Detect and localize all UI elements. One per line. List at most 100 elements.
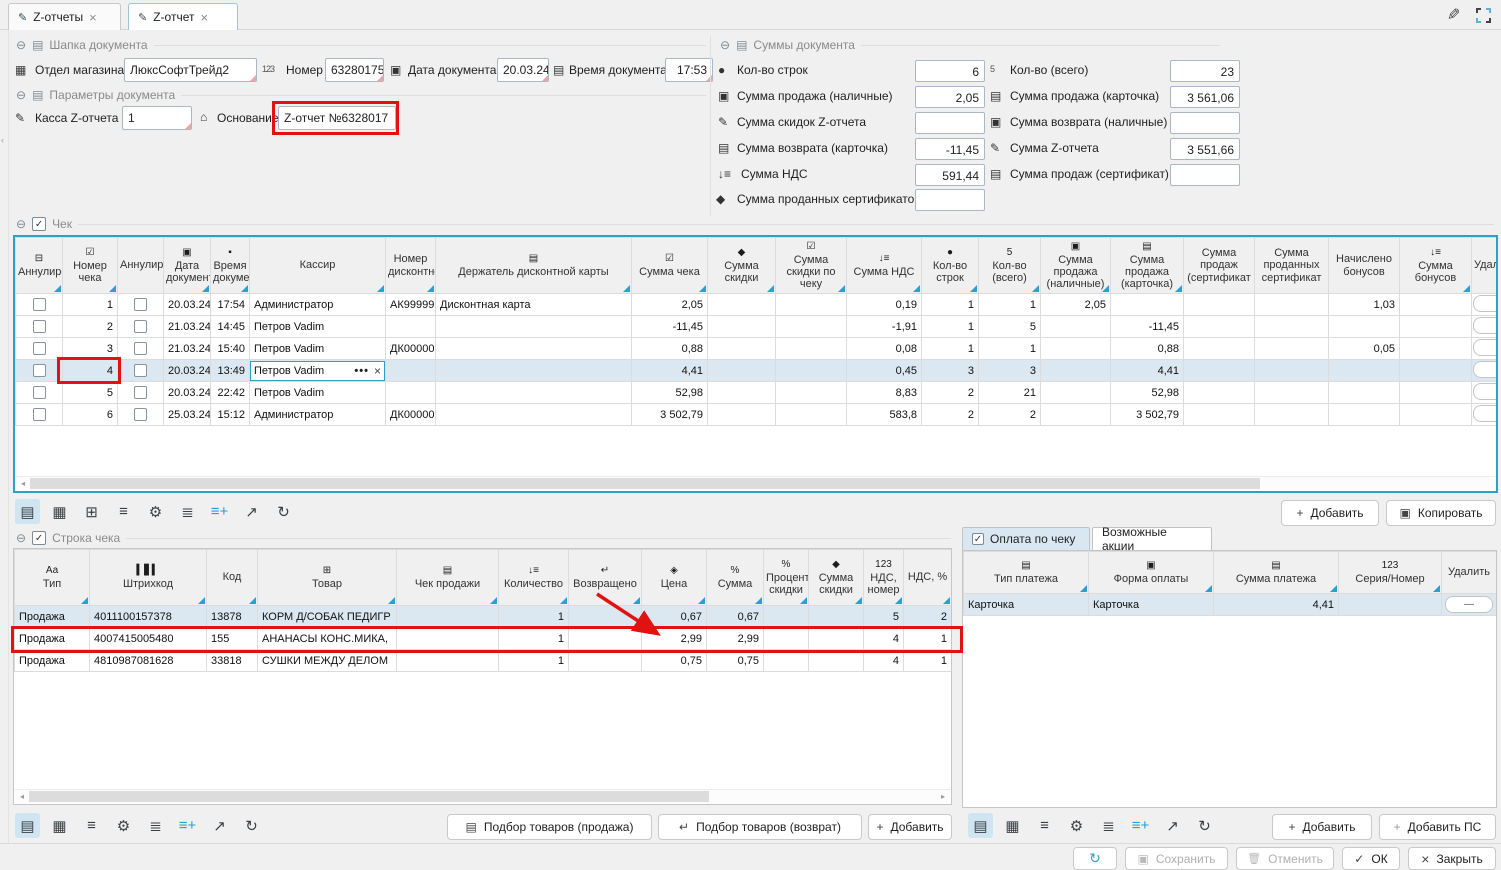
cert-sales-input[interactable] — [1170, 164, 1240, 186]
col-quantity[interactable]: ↓≡Количество — [499, 550, 569, 606]
row-checkbox[interactable] — [134, 386, 147, 399]
row-checkbox[interactable] — [134, 298, 147, 311]
col-check-number[interactable]: ☑Номер чека — [63, 238, 118, 294]
add-line-button[interactable]: + Добавить — [868, 814, 952, 840]
add-payment-button[interactable]: + Добавить — [1272, 814, 1372, 840]
annul-cell[interactable] — [16, 316, 63, 338]
ok-button[interactable]: ✓ ОК — [1342, 847, 1400, 870]
numbered-list-icon[interactable]: ≣ — [1096, 813, 1121, 838]
basis-input[interactable]: Z-отчет №6328017 — [278, 106, 396, 130]
collapse-icon[interactable]: ⊖ — [16, 38, 26, 52]
col-code[interactable]: Код — [207, 550, 258, 606]
close-tab-icon[interactable]: × — [200, 10, 208, 25]
add-lines-icon[interactable]: ≡+ — [175, 813, 200, 838]
row-checkbox[interactable] — [33, 386, 46, 399]
col-delete[interactable]: Удалить — [1472, 238, 1497, 294]
filter-icon[interactable]: ≡ — [111, 499, 136, 524]
close-tab-icon[interactable]: × — [89, 10, 97, 25]
tab-possible-promos[interactable]: Возможные акции — [1092, 527, 1212, 550]
check-row[interactable]: 5 20.03.24 22:42 Петров Vadim 52,98 8,83… — [16, 382, 1497, 404]
col-barcode[interactable]: ▍▋▍Штрихкод — [90, 550, 207, 606]
number-input[interactable]: 63280175 — [325, 58, 384, 82]
col-annul[interactable]: ⊟Аннулирован — [16, 238, 63, 294]
col-type[interactable]: АаТип — [15, 550, 90, 606]
annul-cell[interactable] — [16, 294, 63, 316]
cancel-button[interactable]: 🗑 Отменить — [1236, 847, 1334, 870]
collapse-icon[interactable]: ⊖ — [720, 38, 730, 52]
row-checkbox[interactable] — [33, 364, 46, 377]
line-row-selected[interactable]: Продажа 4011100157378 13878 КОРМ Д/СОБАК… — [15, 606, 952, 628]
annul-cell[interactable] — [16, 338, 63, 360]
open-external-icon[interactable]: ↗ — [1160, 813, 1185, 838]
col-doc-time[interactable]: ▪Время документа — [211, 238, 250, 294]
col-discount-pct[interactable]: %Процент скидки — [764, 550, 809, 606]
scroll-thumb[interactable] — [30, 478, 1260, 489]
col-sum[interactable]: %Сумма — [707, 550, 764, 606]
card-return-input[interactable]: -11,45 — [915, 138, 985, 160]
col-cert-sold[interactable]: Сумма проданных сертификат — [1255, 238, 1329, 294]
footer-refresh-button[interactable]: ↻ — [1073, 847, 1117, 870]
grid-view-icon[interactable]: ▦ — [47, 499, 72, 524]
col-price[interactable]: ◈Цена — [642, 550, 707, 606]
row-checkbox[interactable] — [33, 342, 46, 355]
col-payment-sum[interactable]: ▤Сумма платежа — [1214, 552, 1339, 594]
cashier-cell-editor[interactable]: Петров Vadim ••• × — [250, 360, 386, 382]
discount-sum-input[interactable] — [915, 112, 985, 134]
row-checkbox[interactable] — [134, 364, 147, 377]
collapse-icon[interactable]: ⊖ — [16, 88, 26, 102]
zreport-sum-input[interactable]: 3 551,66 — [1170, 138, 1240, 160]
settings-gear-icon[interactable]: ⚙ — [143, 499, 168, 524]
open-external-icon[interactable]: ↗ — [239, 499, 264, 524]
rows-count-input[interactable]: 6 — [915, 60, 985, 82]
grid-view-icon[interactable]: ▦ — [47, 813, 72, 838]
detail-view-icon[interactable]: ▤ — [15, 813, 40, 838]
annulled-cell[interactable] — [118, 338, 164, 360]
line-group-checkbox[interactable]: ✓ — [32, 531, 46, 545]
row-checkbox[interactable] — [134, 320, 147, 333]
doc-time-input[interactable]: 17:53 — [665, 58, 713, 82]
line-row[interactable]: Продажа 4810987081628 33818 СУШКИ МЕЖДУ … — [15, 650, 952, 672]
add-lines-icon[interactable]: ≡+ — [207, 499, 232, 524]
add-lines-icon[interactable]: ≡+ — [1128, 813, 1153, 838]
scroll-left-arrow-icon[interactable]: ◂ — [16, 479, 30, 488]
refresh-icon[interactable]: ↻ — [1192, 813, 1217, 838]
row-delete-button[interactable] — [1473, 405, 1497, 422]
col-vat-sum[interactable]: ↓≡Сумма НДС — [847, 238, 922, 294]
col-serial-number[interactable]: 123Серия/Номер — [1339, 552, 1442, 594]
detail-view-icon[interactable]: ▤ — [15, 499, 40, 524]
refresh-icon[interactable]: ↻ — [239, 813, 264, 838]
save-button[interactable]: ▣ Сохранить — [1125, 847, 1228, 870]
cash-sales-input[interactable]: 2,05 — [915, 86, 985, 108]
col-bonus-sum[interactable]: ↓≡Сумма бонусов — [1400, 238, 1472, 294]
annulled-cell[interactable] — [118, 360, 164, 382]
scroll-right-arrow-icon[interactable]: ▸ — [936, 792, 950, 801]
settings-gear-icon[interactable]: ⚙ — [1064, 813, 1089, 838]
add-ps-button[interactable]: + Добавить ПС — [1379, 814, 1496, 840]
col-discount-per-check[interactable]: ☑Сумма скидки по чеку — [776, 238, 847, 294]
card-sales-input[interactable]: 3 561,06 — [1170, 86, 1240, 108]
fullscreen-icon[interactable] — [1476, 8, 1491, 23]
col-returned[interactable]: ↵Возвращено — [569, 550, 642, 606]
col-discount-sum[interactable]: ◆Сумма скидки — [809, 550, 864, 606]
annulled-cell[interactable] — [118, 294, 164, 316]
annulled-cell[interactable] — [118, 316, 164, 338]
col-lines-count[interactable]: ●Кол-во строк — [922, 238, 979, 294]
row-delete-button[interactable] — [1473, 295, 1497, 312]
filter-icon[interactable]: ≡ — [79, 813, 104, 838]
doc-date-input[interactable]: 20.03.24 — [497, 58, 549, 82]
annulled-cell[interactable] — [118, 382, 164, 404]
kassa-input[interactable]: 1 — [122, 106, 192, 130]
annul-cell[interactable] — [16, 382, 63, 404]
store-input[interactable]: ЛюксСофтТрейд2 — [124, 58, 257, 82]
collapse-icon[interactable]: ⊖ — [16, 531, 26, 545]
calendar-view-icon[interactable]: ⊞ — [79, 499, 104, 524]
col-delete[interactable]: Удалить — [1442, 552, 1497, 594]
check-row[interactable]: 2 21.03.24 14:45 Петров Vadim -11,45 -1,… — [16, 316, 1497, 338]
col-vat-number[interactable]: 123НДС, номер — [864, 550, 904, 606]
cert-sold-input[interactable] — [915, 189, 985, 211]
check-row-selected[interactable]: 4 20.03.24 13:49 Петров Vadim ••• × 4,41 — [16, 360, 1497, 382]
col-card-sales[interactable]: ▤Сумма продажа (карточка) — [1111, 238, 1184, 294]
payment-delete-button[interactable]: — — [1445, 596, 1493, 613]
line-row[interactable]: Продажа 4007415005480 155 АНАНАСЫ КОНС.М… — [15, 628, 952, 650]
line-table-hscrollbar[interactable]: ◂ ▸ — [15, 789, 950, 803]
